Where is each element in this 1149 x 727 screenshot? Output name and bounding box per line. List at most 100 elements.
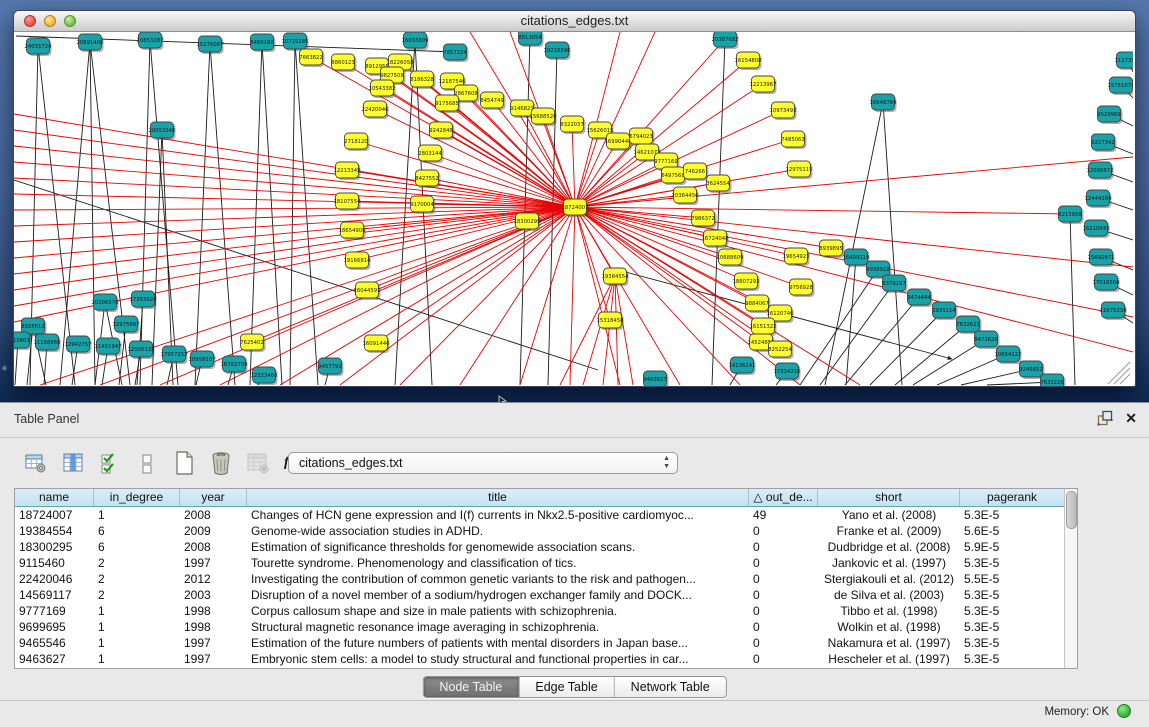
table-cell[interactable]: 0	[749, 619, 818, 635]
table-cell[interactable]: 1998	[180, 619, 247, 635]
tab-network-table[interactable]: Network Table	[615, 677, 726, 697]
column-header-2[interactable]: year	[180, 489, 247, 506]
table-row[interactable]: 1456911722003Disruption of a novel membe…	[15, 587, 1077, 603]
table-cell[interactable]: 6	[94, 539, 180, 555]
table-cell[interactable]: 0	[749, 651, 818, 667]
table-cell[interactable]: 1997	[180, 635, 247, 651]
table-row[interactable]: 977716911998Corpus callosum shape and si…	[15, 603, 1077, 619]
table-cell[interactable]: 1	[94, 635, 180, 651]
table-row[interactable]: 2242004622012Investigating the contribut…	[15, 571, 1077, 587]
table-cell[interactable]: Nakamura et al. (1997)	[818, 635, 960, 651]
table-cell[interactable]: Estimation of the future numbers of pati…	[247, 635, 749, 651]
table-cell[interactable]: Estimation of significance thresholds fo…	[247, 539, 749, 555]
table-cell[interactable]: 5.3E-5	[960, 619, 1065, 635]
column-header-5[interactable]: short	[818, 489, 960, 506]
table-cell[interactable]: 5.3E-5	[960, 603, 1065, 619]
network-canvas[interactable]: 2405572420691406108532871527608784661601…	[14, 32, 1133, 386]
table-cell[interactable]: de Silva et al. (2003)	[818, 587, 960, 603]
table-cell[interactable]: 5.9E-5	[960, 539, 1065, 555]
table-cell[interactable]: 2	[94, 571, 180, 587]
table-cell[interactable]: Disruption of a novel member of a sodium…	[247, 587, 749, 603]
table-cell[interactable]: Dudbridge et al. (2008)	[818, 539, 960, 555]
table-cell[interactable]: Tourette syndrome. Phenomenology and cla…	[247, 555, 749, 571]
table-cell[interactable]: Changes of HCN gene expression and I(f) …	[247, 507, 749, 523]
table-cell[interactable]: Wolkin et al. (1998)	[818, 619, 960, 635]
table-cell[interactable]: 22420046	[15, 571, 94, 587]
table-cell[interactable]: 5.3E-5	[960, 651, 1065, 667]
table-cell[interactable]: 5.5E-5	[960, 571, 1065, 587]
show-column-button[interactable]	[59, 450, 86, 477]
table-cell[interactable]: 18300295	[15, 539, 94, 555]
table-cell[interactable]: 2012	[180, 571, 247, 587]
table-cell[interactable]: Tibbo et al. (1998)	[818, 603, 960, 619]
table-row[interactable]: 911546021997Tourette syndrome. Phenomeno…	[15, 555, 1077, 571]
network-view-window[interactable]: citations_edges.txt 24055724206914061085…	[13, 10, 1136, 387]
network-graph[interactable]: 2405572420691406108532871527608784661601…	[14, 32, 1133, 386]
table-cell[interactable]: 2	[94, 587, 180, 603]
select-all-button[interactable]	[96, 450, 123, 477]
column-header-0[interactable]: name	[15, 489, 94, 506]
table-row[interactable]: 969969511998Structural magnetic resonanc…	[15, 619, 1077, 635]
column-header-4[interactable]: △ out_de...	[749, 489, 818, 506]
table-cell[interactable]: 5.3E-5	[960, 587, 1065, 603]
table-cell[interactable]: Genome-wide association studies in ADHD.	[247, 523, 749, 539]
delete-table-button-disabled[interactable]	[244, 450, 271, 477]
table-cell[interactable]: 0	[749, 539, 818, 555]
table-cell[interactable]: Yano et al. (2008)	[818, 507, 960, 523]
table-cell[interactable]: 2	[94, 555, 180, 571]
table-cell[interactable]: 0	[749, 587, 818, 603]
column-header-3[interactable]: title	[247, 489, 749, 506]
table-cell[interactable]: 2009	[180, 523, 247, 539]
tab-node-table[interactable]: Node Table	[423, 677, 519, 697]
table-cell[interactable]: 0	[749, 603, 818, 619]
table-cell[interactable]: Jankovic et al. (1997)	[818, 555, 960, 571]
table-cell[interactable]: Franke et al. (2009)	[818, 523, 960, 539]
table-cell[interactable]: 2008	[180, 507, 247, 523]
table-cell[interactable]: 1	[94, 603, 180, 619]
table-cell[interactable]: 9463627	[15, 651, 94, 667]
window-titlebar[interactable]: citations_edges.txt	[14, 11, 1135, 32]
close-panel-icon[interactable]: ✕	[1125, 410, 1137, 426]
table-cell[interactable]: 5.3E-5	[960, 507, 1065, 523]
table-cell[interactable]: 1	[94, 507, 180, 523]
clear-selection-button[interactable]	[133, 450, 160, 477]
table-row[interactable]: 1938455462009Genome-wide association stu…	[15, 523, 1077, 539]
table-source-dropdown[interactable]: citations_edges.txt ▲▼	[288, 452, 678, 474]
table-scrollbar[interactable]	[1064, 489, 1077, 668]
table-cell[interactable]: 9465546	[15, 635, 94, 651]
table-cell[interactable]: 9777169	[15, 603, 94, 619]
table-cell[interactable]: 1997	[180, 651, 247, 667]
table-cell[interactable]: 19384554	[15, 523, 94, 539]
new-table-button[interactable]	[170, 450, 197, 477]
float-panel-icon[interactable]	[1097, 410, 1113, 426]
table-cell[interactable]: 49	[749, 507, 818, 523]
table-cell[interactable]: 2008	[180, 539, 247, 555]
table-cell[interactable]: 0	[749, 635, 818, 651]
table-cell[interactable]: Hescheler et al. (1997)	[818, 651, 960, 667]
table-cell[interactable]: 0	[749, 555, 818, 571]
table-row[interactable]: 946554611997Estimation of the future num…	[15, 635, 1077, 651]
table-cell[interactable]: 1	[94, 651, 180, 667]
table-cell[interactable]: Corpus callosum shape and size in male p…	[247, 603, 749, 619]
table-cell[interactable]: Investigating the contribution of common…	[247, 571, 749, 587]
table-cell[interactable]: 5.6E-5	[960, 523, 1065, 539]
table-cell[interactable]: 18724007	[15, 507, 94, 523]
table-cell[interactable]: 5.3E-5	[960, 555, 1065, 571]
table-cell[interactable]: Embryonic stem cells: a model to study s…	[247, 651, 749, 667]
table-cell[interactable]: 0	[749, 571, 818, 587]
column-header-1[interactable]: in_degree	[94, 489, 180, 506]
table-cell[interactable]: 5.3E-5	[960, 635, 1065, 651]
table-scrollbar-thumb[interactable]	[1066, 491, 1077, 529]
table-cell[interactable]: 14569117	[15, 587, 94, 603]
table-cell[interactable]: 1	[94, 619, 180, 635]
table-row[interactable]: 1830029562008Estimation of significance …	[15, 539, 1077, 555]
table-cell[interactable]: 2003	[180, 587, 247, 603]
table-options-button[interactable]	[22, 450, 49, 477]
resize-grip[interactable]	[1108, 362, 1130, 384]
table-cell[interactable]: 1998	[180, 603, 247, 619]
table-cell[interactable]: 9115460	[15, 555, 94, 571]
table-cell[interactable]: 0	[749, 523, 818, 539]
tab-edge-table[interactable]: Edge Table	[519, 677, 614, 697]
table-cell[interactable]: 9699695	[15, 619, 94, 635]
table-cell[interactable]: 6	[94, 523, 180, 539]
